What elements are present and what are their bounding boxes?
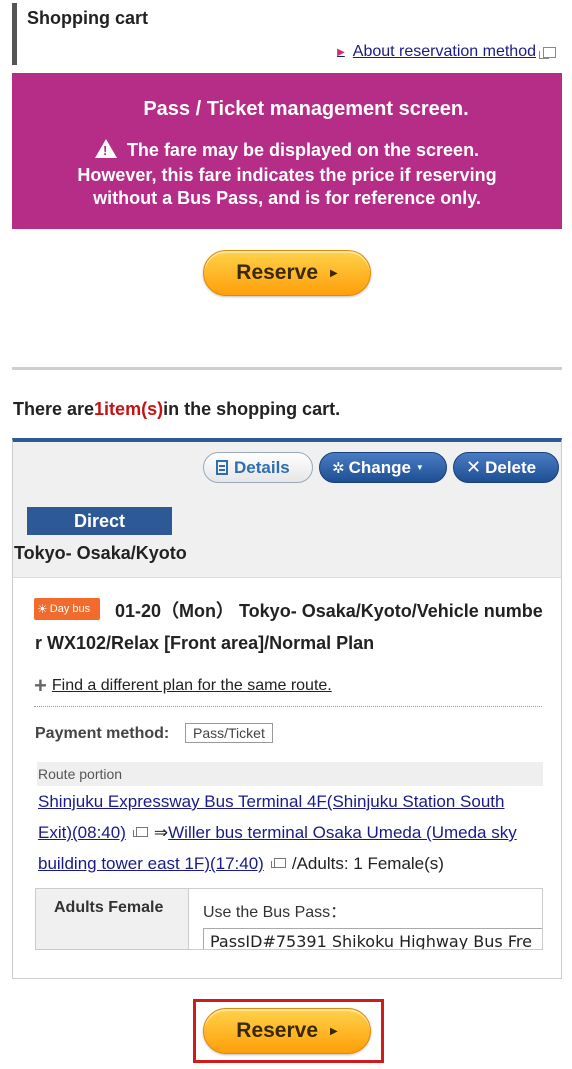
cart-summary: There are1item(s)in the shopping cart.: [13, 399, 340, 420]
passenger-type-header: Adults Female: [36, 889, 189, 949]
play-arrow-icon: ▶: [330, 1025, 338, 1037]
cart-action-buttons: Details ✲ Change ▼ ✕ Delete: [197, 452, 559, 483]
trip-description: 01-20（Mon） Tokyo- Osaka/Kyoto/Vehicle nu…: [35, 601, 543, 653]
bus-pass-cell: Use the Bus Pass： PassID#75391 Shikoku H…: [189, 889, 542, 949]
notice-line-2: However, this fare indicates the price i…: [77, 165, 497, 185]
notice-text-1: The fare may be displayed on the screen.: [126, 140, 480, 160]
route-title: Tokyo- Osaka/Kyoto: [14, 543, 187, 563]
reserve-label: Reserve: [236, 1019, 319, 1042]
bus-pass-label: Use the Bus Pass：: [203, 904, 347, 921]
triangle-bullet-icon: ▶: [337, 46, 345, 58]
new-window-icon: [132, 827, 148, 837]
reserve-button-top[interactable]: Reserve ▶: [203, 250, 371, 296]
document-icon: [216, 460, 228, 475]
page-title: Shopping cart: [27, 8, 148, 28]
delete-label: Delete: [485, 457, 537, 477]
caret-down-icon: ▼: [415, 463, 424, 472]
section-divider: [12, 367, 562, 370]
gear-icon: ✲: [332, 459, 345, 477]
route-portion-detail: Shinjuku Expressway Bus Terminal 4F(Shin…: [38, 786, 543, 879]
details-label: Details: [234, 457, 290, 477]
close-icon: ✕: [466, 457, 482, 477]
direct-tag: Direct: [27, 507, 172, 535]
about-reservation-link[interactable]: ▶ About reservation method: [337, 43, 556, 61]
new-window-icon: [539, 46, 556, 59]
notice-line-1: ! The fare may be displayed on the screen…: [12, 139, 562, 161]
bus-pass-select[interactable]: PassID#75391 Shikoku Highway Bus Fre: [203, 928, 542, 949]
play-arrow-icon: ▶: [330, 267, 338, 279]
details-button[interactable]: Details: [203, 452, 313, 483]
bus-pass-table: Adults Female Use the Bus Pass： PassID#7…: [35, 888, 543, 950]
plus-icon: +: [34, 673, 47, 698]
delete-button[interactable]: ✕ Delete: [453, 452, 559, 483]
route-portion-label: Route portion: [37, 762, 543, 786]
reserve-button-bottom[interactable]: Reserve ▶: [203, 1008, 371, 1054]
change-label: Change: [348, 457, 411, 477]
trip-item-card: ☀ Day bus 01-20（Mon） Tokyo- Osaka/Kyoto/…: [13, 577, 561, 978]
find-different-plan-link[interactable]: + Find a different plan for the same rou…: [34, 673, 332, 699]
route-arrow: ⇒: [153, 823, 169, 842]
new-window-icon: [270, 858, 286, 868]
page-header: Shopping cart ▶ About reservation method: [12, 3, 560, 65]
payment-method-value: Pass/Ticket: [185, 723, 273, 743]
find-plan-label[interactable]: Find a different plan for the same route…: [52, 677, 332, 695]
dotted-divider: [34, 706, 542, 707]
notice-title: Pass / Ticket management screen.: [143, 98, 469, 120]
reserve-label: Reserve: [236, 261, 319, 284]
payment-method-label: Payment method:: [35, 725, 170, 742]
notice-line-3: without a Bus Pass, and is for reference…: [93, 188, 481, 208]
warning-icon: !: [94, 139, 117, 158]
passenger-count: /Adults: 1 Female(s): [291, 854, 444, 873]
notice-banner: Pass / Ticket management screen. ! The fa…: [12, 73, 562, 229]
cart-item-panel: Details ✲ Change ▼ ✕ Delete Direct Tokyo…: [12, 438, 562, 979]
cart-item-count: 1item(s): [94, 399, 164, 419]
cart-summary-prefix: There are: [13, 399, 95, 419]
change-button[interactable]: ✲ Change ▼: [319, 452, 447, 483]
cart-summary-suffix: in the shopping cart.: [163, 399, 341, 419]
about-reservation-label[interactable]: About reservation method: [353, 43, 536, 61]
